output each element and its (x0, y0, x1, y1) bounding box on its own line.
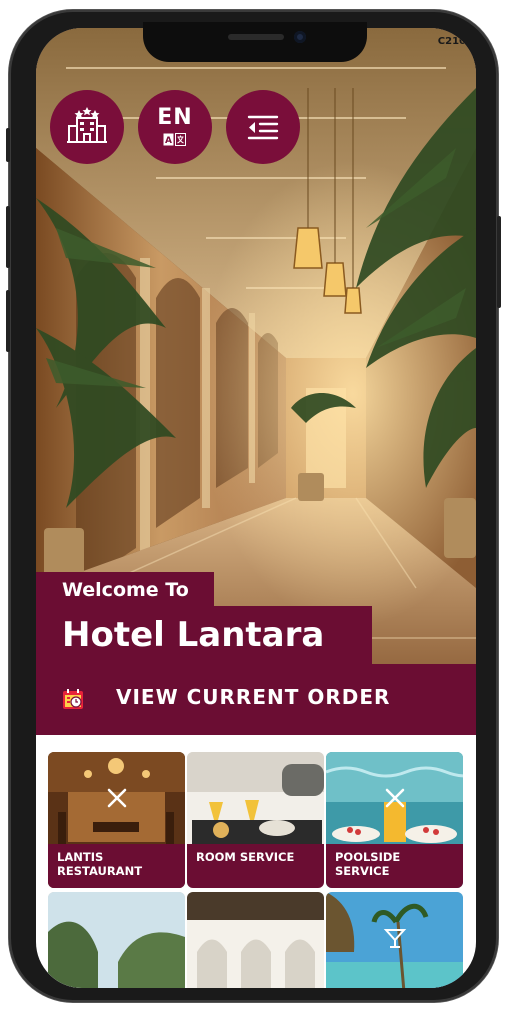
front-camera (294, 31, 306, 43)
language-code: EN (157, 105, 193, 130)
cutlery-icon (107, 788, 127, 808)
power-button (497, 216, 501, 308)
tile-beach-bar[interactable] (326, 892, 463, 988)
volume-up-button (6, 206, 10, 268)
translate-icon: A (163, 133, 186, 146)
tile-excursion[interactable] (48, 892, 185, 988)
menu-indent-icon (247, 115, 279, 140)
tile-label: ROOM SERVICE (187, 844, 324, 888)
phone-notch (143, 22, 367, 62)
app-screen: C210 EN A Welcome To Hotel Lantara VIEW … (36, 28, 476, 988)
tile-poolside-service[interactable]: POOLSIDE SERVICE (326, 752, 463, 888)
menu-button[interactable] (226, 90, 300, 164)
order-calendar-icon (63, 689, 83, 709)
volume-down-button (6, 290, 10, 352)
tile-label: POOLSIDE SERVICE (326, 844, 463, 888)
tile-room-service[interactable]: ROOM SERVICE (187, 752, 324, 888)
mute-switch (6, 128, 10, 162)
hotel-building-icon (67, 107, 107, 143)
language-button[interactable]: EN A (138, 90, 212, 164)
svg-text:A: A (165, 136, 172, 146)
arcade-photo (187, 892, 324, 988)
tile-lantis-restaurant[interactable]: LANTIS RESTAURANT (48, 752, 185, 888)
view-current-order-label: VIEW CURRENT ORDER (116, 685, 391, 709)
status-bar-text: C210 (437, 36, 466, 47)
hotel-name-title: Hotel Lantara (36, 606, 372, 664)
tile-spa[interactable] (187, 892, 324, 988)
cutlery-icon (385, 788, 405, 808)
tile-label: LANTIS RESTAURANT (48, 844, 185, 888)
welcome-label: Welcome To (36, 572, 214, 608)
speaker-grille (228, 34, 284, 40)
hotel-button[interactable] (50, 90, 124, 164)
cocktail-icon (383, 929, 407, 948)
islands-photo (48, 892, 185, 988)
view-current-order-button[interactable]: VIEW CURRENT ORDER (36, 664, 476, 735)
